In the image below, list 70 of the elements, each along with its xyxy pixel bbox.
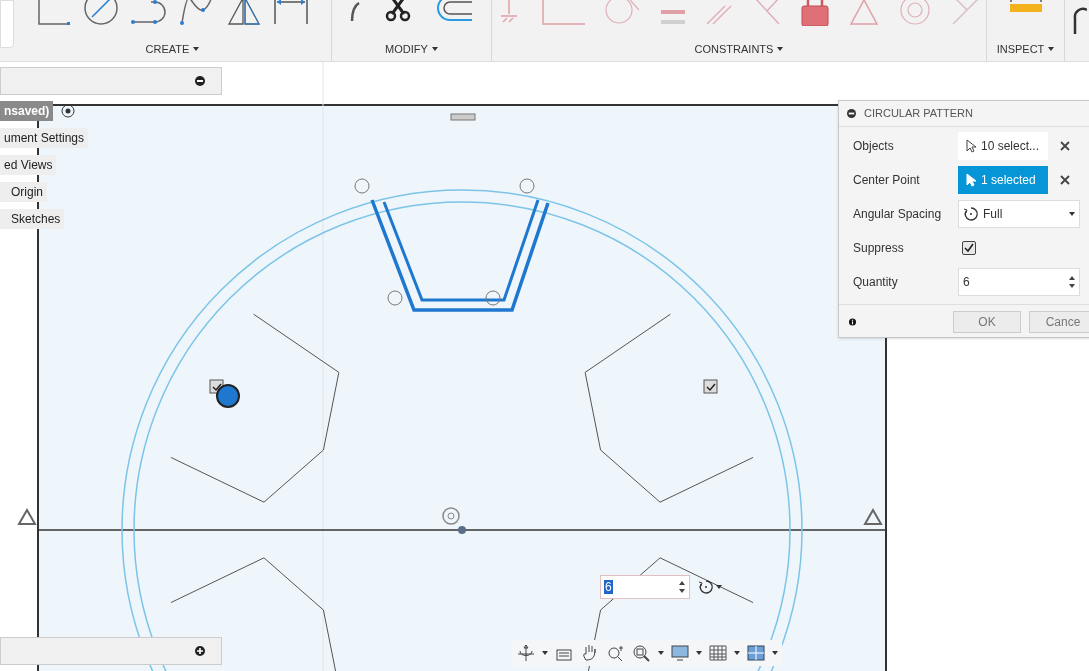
orbit-icon[interactable] xyxy=(516,643,536,663)
rectangle-icon xyxy=(36,0,71,26)
horizontal-constraint-icon xyxy=(450,113,476,121)
radio-target-icon[interactable] xyxy=(61,104,76,118)
triangle-marker-icon xyxy=(17,508,37,525)
browser-item[interactable]: Sketches xyxy=(0,209,65,229)
scissors-icon xyxy=(383,0,412,22)
fillet-icon xyxy=(349,2,360,22)
rotate-icon xyxy=(963,206,979,222)
toolbar-group-menu[interactable]: MODIFY xyxy=(385,40,438,57)
field-label: Objects xyxy=(853,138,895,155)
checkbox[interactable] xyxy=(962,241,976,255)
field-label: Angular Spacing xyxy=(853,206,943,223)
distance-input[interactable]: 6 xyxy=(600,575,690,599)
caret-icon xyxy=(777,46,784,51)
toolbar-group-menu[interactable]: CREATE xyxy=(145,40,200,57)
collapse-icon[interactable] xyxy=(847,109,856,118)
triangle-marker-icon xyxy=(863,508,883,525)
cursor-icon xyxy=(966,139,977,153)
zoom-icon[interactable] xyxy=(606,643,626,663)
toolbar-group-menu[interactable]: INSPECT xyxy=(996,40,1055,57)
field-label: Quantity xyxy=(853,274,899,291)
quantity-field[interactable]: 6 xyxy=(958,268,1080,296)
browser-item[interactable]: Origin xyxy=(0,182,47,202)
direction-button[interactable] xyxy=(698,579,722,595)
midpoint-icon xyxy=(951,0,981,26)
grid-icon[interactable] xyxy=(708,643,728,663)
clear-icon[interactable] xyxy=(1060,175,1070,185)
toolbar-group-menu[interactable]: CONSTRAINTS xyxy=(694,40,784,57)
origin-point-icon xyxy=(458,526,466,534)
triangle-icon xyxy=(849,0,879,26)
lock-icon xyxy=(801,0,829,26)
cursor-icon xyxy=(966,173,977,187)
spinner-icon[interactable] xyxy=(1069,275,1075,289)
browser-item[interactable]: ed Views xyxy=(0,155,57,175)
mirror-icon xyxy=(226,0,261,26)
expand-icon[interactable] xyxy=(195,646,205,656)
dropdown-field[interactable]: Full xyxy=(958,200,1080,228)
centre-point-icon xyxy=(442,507,460,525)
dialog-title: CIRCULAR PATTERN xyxy=(864,106,973,122)
caret-icon xyxy=(431,46,438,51)
caret-icon xyxy=(716,585,722,589)
display-icon[interactable] xyxy=(670,643,690,663)
field-label: Suppress xyxy=(853,240,905,257)
slot-icon xyxy=(130,0,167,26)
browser-item[interactable]: ument Settings xyxy=(0,128,89,148)
clear-icon[interactable] xyxy=(1060,141,1070,151)
perpendicular-icon xyxy=(753,0,781,26)
selection-field[interactable]: 10 select... xyxy=(958,132,1048,160)
field-label: Center Point xyxy=(853,172,921,189)
viewports-icon[interactable] xyxy=(746,643,766,663)
caret-icon xyxy=(193,46,200,51)
caret-icon xyxy=(696,651,702,655)
collapse-icon[interactable] xyxy=(195,76,205,86)
spinner-icon[interactable] xyxy=(679,580,685,594)
dimension-icon xyxy=(272,0,309,26)
fit-icon[interactable] xyxy=(632,643,652,663)
dialog-button[interactable]: Cance xyxy=(1029,310,1089,333)
caret-icon xyxy=(542,651,548,655)
checked-constraint-icon xyxy=(703,379,718,394)
coincident-icon xyxy=(541,0,585,26)
caret-icon xyxy=(772,651,778,655)
caret-icon xyxy=(658,651,664,655)
dialog-button[interactable]: OK xyxy=(953,310,1021,333)
caret-icon xyxy=(734,651,740,655)
tangent-icon xyxy=(605,0,641,26)
offset-icon xyxy=(435,0,474,22)
caret-icon xyxy=(1048,46,1055,51)
concentric-icon xyxy=(899,0,931,26)
caret-icon xyxy=(1069,212,1075,216)
